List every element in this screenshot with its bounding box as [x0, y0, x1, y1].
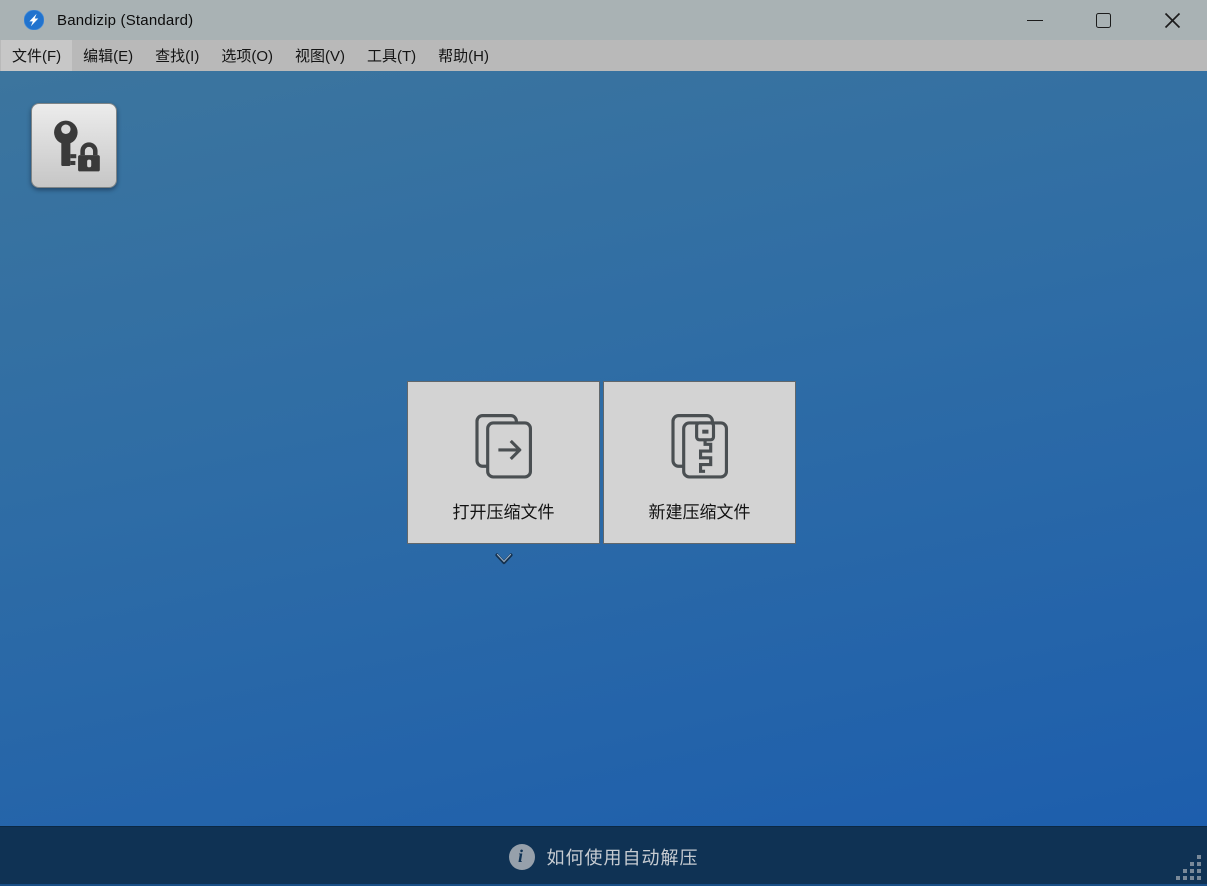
maximize-icon — [1096, 12, 1111, 28]
menu-item-view-label: 视图(V) — [295, 48, 345, 65]
window-title: Bandizip (Standard) — [57, 11, 194, 29]
maximize-button[interactable] — [1069, 0, 1138, 40]
new-archive-button[interactable]: 新建压缩文件 — [603, 381, 796, 544]
more-options-button[interactable] — [494, 551, 514, 567]
close-button[interactable] — [1138, 0, 1207, 40]
close-icon — [1164, 12, 1181, 28]
menu-item-file[interactable]: 文件(F) — [1, 40, 73, 71]
menu-item-edit-label: 编辑(E) — [83, 48, 134, 65]
center-buttons: 打开压缩文件 新建压缩文件 — [407, 381, 796, 544]
menu-item-help-label: 帮助(H) — [438, 48, 489, 65]
window-controls — [1000, 0, 1207, 40]
info-icon: i — [508, 843, 535, 870]
menubar: 文件(F) 编辑(E) 查找(I) 选项(O) 视图(V) 工具(T) 帮助(H… — [0, 40, 1207, 71]
minimize-icon — [1026, 19, 1043, 21]
menu-item-help[interactable]: 帮助(H) — [427, 40, 500, 71]
new-archive-icon — [664, 410, 736, 482]
new-archive-label: 新建压缩文件 — [648, 503, 751, 522]
minimize-button[interactable] — [1000, 0, 1069, 40]
bandizip-window: { "window": { "title": "Bandizip (Standa… — [0, 0, 1207, 886]
open-archive-label: 打开压缩文件 — [452, 503, 555, 522]
bandizip-logo-icon — [24, 10, 44, 30]
key-lock-icon — [54, 120, 100, 171]
menu-item-file-label: 文件(F) — [12, 48, 62, 65]
resize-grip[interactable] — [1176, 855, 1202, 881]
menu-item-find[interactable]: 查找(I) — [144, 40, 210, 71]
menu-item-view[interactable]: 视图(V) — [284, 40, 356, 71]
statusbar: i 如何使用自动解压 — [0, 826, 1207, 886]
menu-item-tools[interactable]: 工具(T) — [356, 40, 427, 71]
menu-item-options-label: 选项(O) — [221, 48, 273, 65]
password-manager-button[interactable] — [31, 103, 117, 188]
menu-item-find-label: 查找(I) — [155, 48, 200, 65]
menu-item-tools-label: 工具(T) — [367, 48, 417, 65]
open-archive-icon — [468, 410, 540, 482]
menu-item-edit[interactable]: 编辑(E) — [72, 40, 144, 71]
titlebar: Bandizip (Standard) — [0, 0, 1207, 40]
status-tip-link[interactable]: 如何使用自动解压 — [547, 844, 699, 870]
open-archive-button[interactable]: 打开压缩文件 — [407, 381, 600, 544]
main-area: 打开压缩文件 新建压缩文件 — [0, 71, 1207, 826]
menu-item-options[interactable]: 选项(O) — [210, 40, 284, 71]
chevron-down-icon — [495, 552, 513, 564]
